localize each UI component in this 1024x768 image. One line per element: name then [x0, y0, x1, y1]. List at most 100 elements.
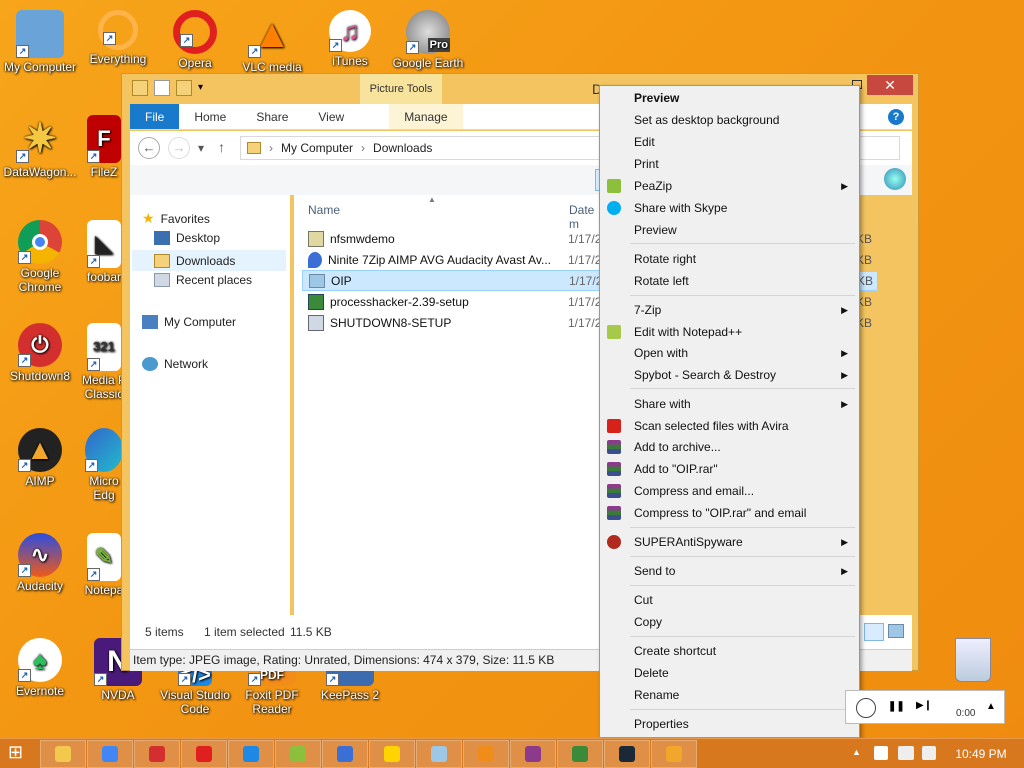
- taskbar-button-chrome[interactable]: [87, 740, 133, 768]
- menu-item-properties[interactable]: Properties: [601, 713, 858, 735]
- taskbar-button-aimp[interactable]: [651, 740, 697, 768]
- folder-icon[interactable]: [132, 80, 148, 96]
- web-icon[interactable]: [884, 168, 906, 190]
- chevron-down-icon[interactable]: ▾: [198, 80, 214, 96]
- nav-downloads[interactable]: Downloads: [132, 250, 286, 271]
- column-header-date[interactable]: Date m: [569, 203, 600, 231]
- network-icon[interactable]: [898, 746, 914, 760]
- desktop-icon-everything[interactable]: ↗ Everything: [78, 10, 158, 66]
- menu-item-share-with-skype[interactable]: Share with Skype: [601, 197, 858, 219]
- desktop-icon-audacity[interactable]: ∿ ↗ Audacity: [0, 533, 80, 593]
- menu-item-preview[interactable]: Preview: [601, 219, 858, 241]
- desktop-icon-vlc[interactable]: ▲ ↗ VLC media: [232, 10, 312, 74]
- help-icon[interactable]: ?: [888, 109, 904, 125]
- superantispyware-icon: [607, 535, 621, 549]
- breadcrumb-downloads[interactable]: Downloads: [373, 141, 432, 155]
- file-row[interactable]: processhacker-2.39-setup 1/17/2: [302, 291, 601, 312]
- menu-item-scan-with-avira[interactable]: Scan selected files with Avira: [601, 415, 858, 437]
- nav-network[interactable]: Network: [142, 357, 208, 371]
- taskbar-button-edge[interactable]: [228, 740, 274, 768]
- menu-item-add-to-oip-rar[interactable]: Add to "OIP.rar": [601, 458, 858, 480]
- menu-item-set-desktop-background[interactable]: Set as desktop background: [601, 109, 858, 131]
- file-row[interactable]: SHUTDOWN8-SETUP 1/17/2: [302, 312, 601, 333]
- menu-item-compress-and-email[interactable]: Compress and email...: [601, 480, 858, 502]
- desktop-icon-datawagon[interactable]: ✷ ↗ DataWagon...: [0, 115, 80, 179]
- menu-item-preview-default[interactable]: Preview: [601, 87, 858, 109]
- forward-button[interactable]: →: [168, 137, 190, 159]
- nav-favorites[interactable]: ★ Favorites: [142, 210, 210, 227]
- nav-desktop[interactable]: Desktop: [154, 231, 220, 245]
- menu-item-open-with[interactable]: Open with ▶: [601, 342, 858, 364]
- desktop-icon-chrome[interactable]: ↗ Google Chrome: [0, 220, 80, 294]
- taskbar-button-peazip[interactable]: [275, 740, 321, 768]
- tab-share[interactable]: Share: [241, 104, 303, 129]
- tab-manage[interactable]: Manage: [389, 104, 463, 129]
- up-button[interactable]: ↑: [218, 139, 225, 155]
- file-row[interactable]: nfsmwdemo 1/17/2: [302, 228, 601, 249]
- start-button[interactable]: ⊞: [8, 742, 23, 763]
- details-view-button[interactable]: [864, 623, 884, 641]
- taskbar-button-foxit[interactable]: [369, 740, 415, 768]
- menu-item-add-to-archive[interactable]: Add to archive...: [601, 436, 858, 458]
- close-button[interactable]: ✕: [867, 75, 913, 95]
- menu-item-delete[interactable]: Delete: [601, 662, 858, 684]
- play-button[interactable]: [856, 698, 876, 718]
- menu-item-cut[interactable]: Cut: [601, 589, 858, 611]
- volume-icon[interactable]: [922, 746, 936, 760]
- desktop-icon-google-earth[interactable]: Pro ↗ Google Earth: [388, 10, 468, 70]
- taskbar-button-winrar[interactable]: [510, 740, 556, 768]
- menu-item-copy[interactable]: Copy: [601, 611, 858, 633]
- menu-item-send-to[interactable]: Send to ▶: [601, 560, 858, 582]
- file-row[interactable]: Ninite 7Zip AIMP AVG Audacity Avast Av..…: [302, 249, 601, 270]
- taskbar-button-file-explorer[interactable]: [40, 740, 86, 768]
- menu-item-edit[interactable]: Edit: [601, 131, 858, 153]
- desktop-icon-my-computer[interactable]: ↗ My Computer: [0, 10, 80, 74]
- file-row-selected[interactable]: OIP 1/17/2: [302, 270, 602, 291]
- google-earth-icon: Pro ↗: [406, 10, 450, 54]
- menu-item-superantispyware[interactable]: SUPERAntiSpyware ▶: [601, 531, 858, 553]
- taskbar-button-steam[interactable]: [604, 740, 650, 768]
- menu-item-edit-with-notepadpp[interactable]: Edit with Notepad++: [601, 321, 858, 343]
- taskbar-button-processhacker[interactable]: [557, 740, 603, 768]
- menu-item-share-with[interactable]: Share with ▶: [601, 393, 858, 415]
- menu-item-7zip[interactable]: 7-Zip ▶: [601, 299, 858, 321]
- action-center-icon[interactable]: [874, 746, 888, 760]
- properties-icon[interactable]: [154, 80, 170, 96]
- menu-item-print[interactable]: Print: [601, 153, 858, 175]
- desktop-icon-itunes[interactable]: ♫ ↗ iTunes: [310, 10, 390, 68]
- desktop-icon-opera[interactable]: ↗ Opera: [155, 10, 235, 70]
- column-header-name[interactable]: Name: [308, 203, 340, 217]
- menu-item-rename[interactable]: Rename: [601, 684, 858, 706]
- menu-item-spybot[interactable]: Spybot - Search & Destroy ▶: [601, 364, 858, 386]
- menu-item-rotate-left[interactable]: Rotate left: [601, 270, 858, 292]
- new-folder-icon[interactable]: [176, 80, 192, 96]
- taskbar-button-photos[interactable]: [416, 740, 462, 768]
- large-icons-view-button[interactable]: [888, 624, 904, 638]
- taskbar-button-ninite[interactable]: [322, 740, 368, 768]
- nav-my-computer[interactable]: My Computer: [142, 315, 236, 329]
- show-hidden-icons-button[interactable]: ▲: [852, 747, 861, 757]
- tab-home[interactable]: Home: [179, 104, 241, 129]
- back-button[interactable]: ←: [138, 137, 160, 159]
- menu-item-compress-to-oip-rar-and-email[interactable]: Compress to "OIP.rar" and email: [601, 502, 858, 524]
- desktop-icon-evernote[interactable]: ♠ ↗ Evernote: [0, 638, 80, 698]
- recent-locations-button[interactable]: ▾: [198, 141, 204, 155]
- taskbar-button-shutdown8[interactable]: [134, 740, 180, 768]
- taskbar-button-opera[interactable]: [181, 740, 227, 768]
- desktop-icon-label: Visual Studio Code: [160, 688, 230, 716]
- menu-item-peazip[interactable]: PeaZip ▶: [601, 175, 858, 197]
- breadcrumb-my-computer[interactable]: My Computer: [281, 141, 353, 155]
- tab-file[interactable]: File: [130, 104, 180, 129]
- desktop-icon-aimp[interactable]: ▲ ↗ AIMP: [0, 428, 80, 488]
- next-icon[interactable]: ▶❙: [916, 700, 932, 711]
- menu-item-create-shortcut[interactable]: Create shortcut: [601, 640, 858, 662]
- taskbar-button-everything[interactable]: [463, 740, 509, 768]
- taskbar-clock[interactable]: 10:49 PM: [946, 739, 1016, 768]
- menu-item-rotate-right[interactable]: Rotate right: [601, 248, 858, 270]
- tab-view[interactable]: View: [303, 104, 359, 129]
- pause-icon[interactable]: ❚❚: [888, 701, 905, 712]
- expand-icon[interactable]: ▲: [986, 701, 996, 712]
- nav-recent-places[interactable]: Recent places: [154, 273, 252, 287]
- desktop-icon-shutdown8[interactable]: ⏻ ↗ Shutdown8: [0, 323, 80, 383]
- recycle-bin-icon[interactable]: [955, 638, 991, 682]
